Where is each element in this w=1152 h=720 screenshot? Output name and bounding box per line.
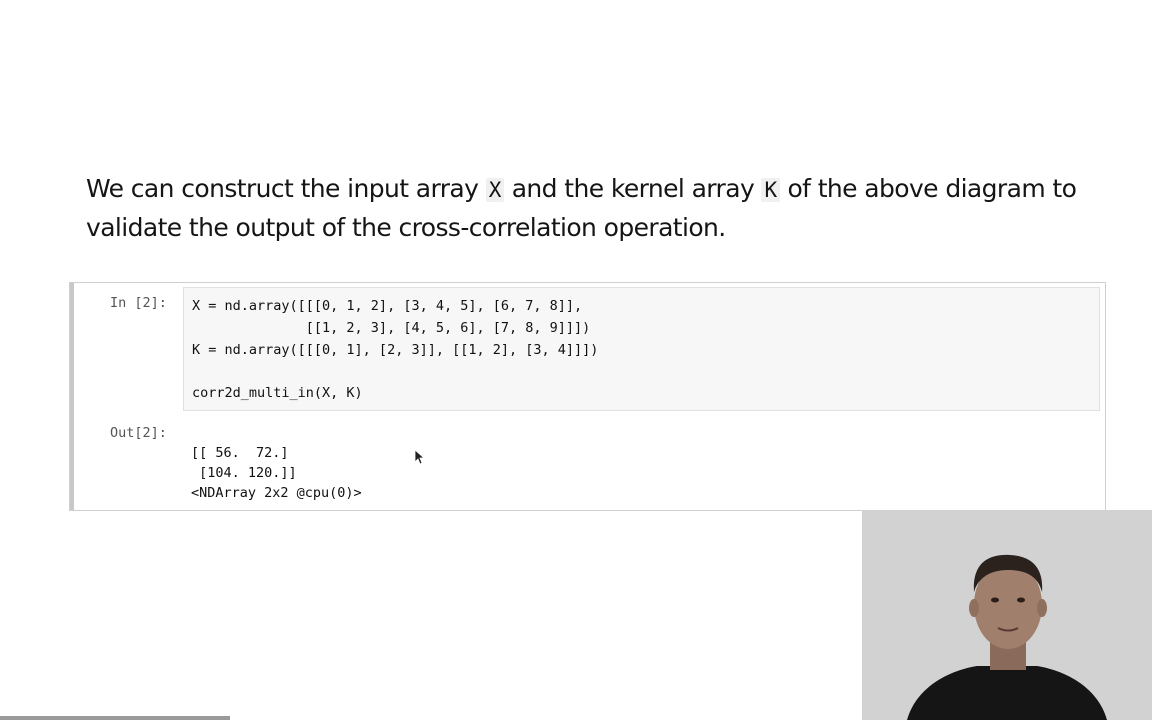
code-line: K = nd.array([[[0, 1], [2, 3]], [[1, 2],…	[192, 342, 599, 358]
explanation-paragraph: We can construct the input array X and t…	[86, 170, 1096, 247]
code-line: corr2d_multi_in(X, K)	[192, 385, 363, 401]
presenter-figure	[862, 510, 1152, 720]
paragraph-text-intro: We can construct the input array	[86, 174, 486, 203]
presenter-video-overlay	[862, 510, 1152, 720]
cell-selection-bar	[70, 283, 74, 510]
output-prompt: Out[2]:	[110, 425, 167, 441]
mouse-pointer-icon	[414, 449, 424, 465]
output-line: [[ 56. 72.]	[191, 445, 289, 461]
video-progress-bar[interactable]	[0, 716, 231, 720]
output-line: [104. 120.]]	[191, 465, 297, 481]
code-input-area[interactable]: X = nd.array([[[0, 1, 2], [3, 4, 5], [6,…	[183, 287, 1100, 411]
input-prompt: In [2]:	[110, 295, 167, 311]
output-line: <NDArray 2x2 @cpu(0)>	[191, 485, 362, 501]
inline-code-x: X	[485, 178, 505, 202]
notebook-code-cell[interactable]: In [2]: X = nd.array([[[0, 1, 2], [3, 4,…	[69, 282, 1106, 511]
code-line: X = nd.array([[[0, 1, 2], [3, 4, 5], [6,…	[192, 298, 583, 314]
paragraph-text-middle: and the kernel array	[504, 174, 762, 203]
code-line: [[1, 2, 3], [4, 5, 6], [7, 8, 9]]])	[192, 320, 591, 336]
inline-code-k: K	[761, 178, 781, 202]
